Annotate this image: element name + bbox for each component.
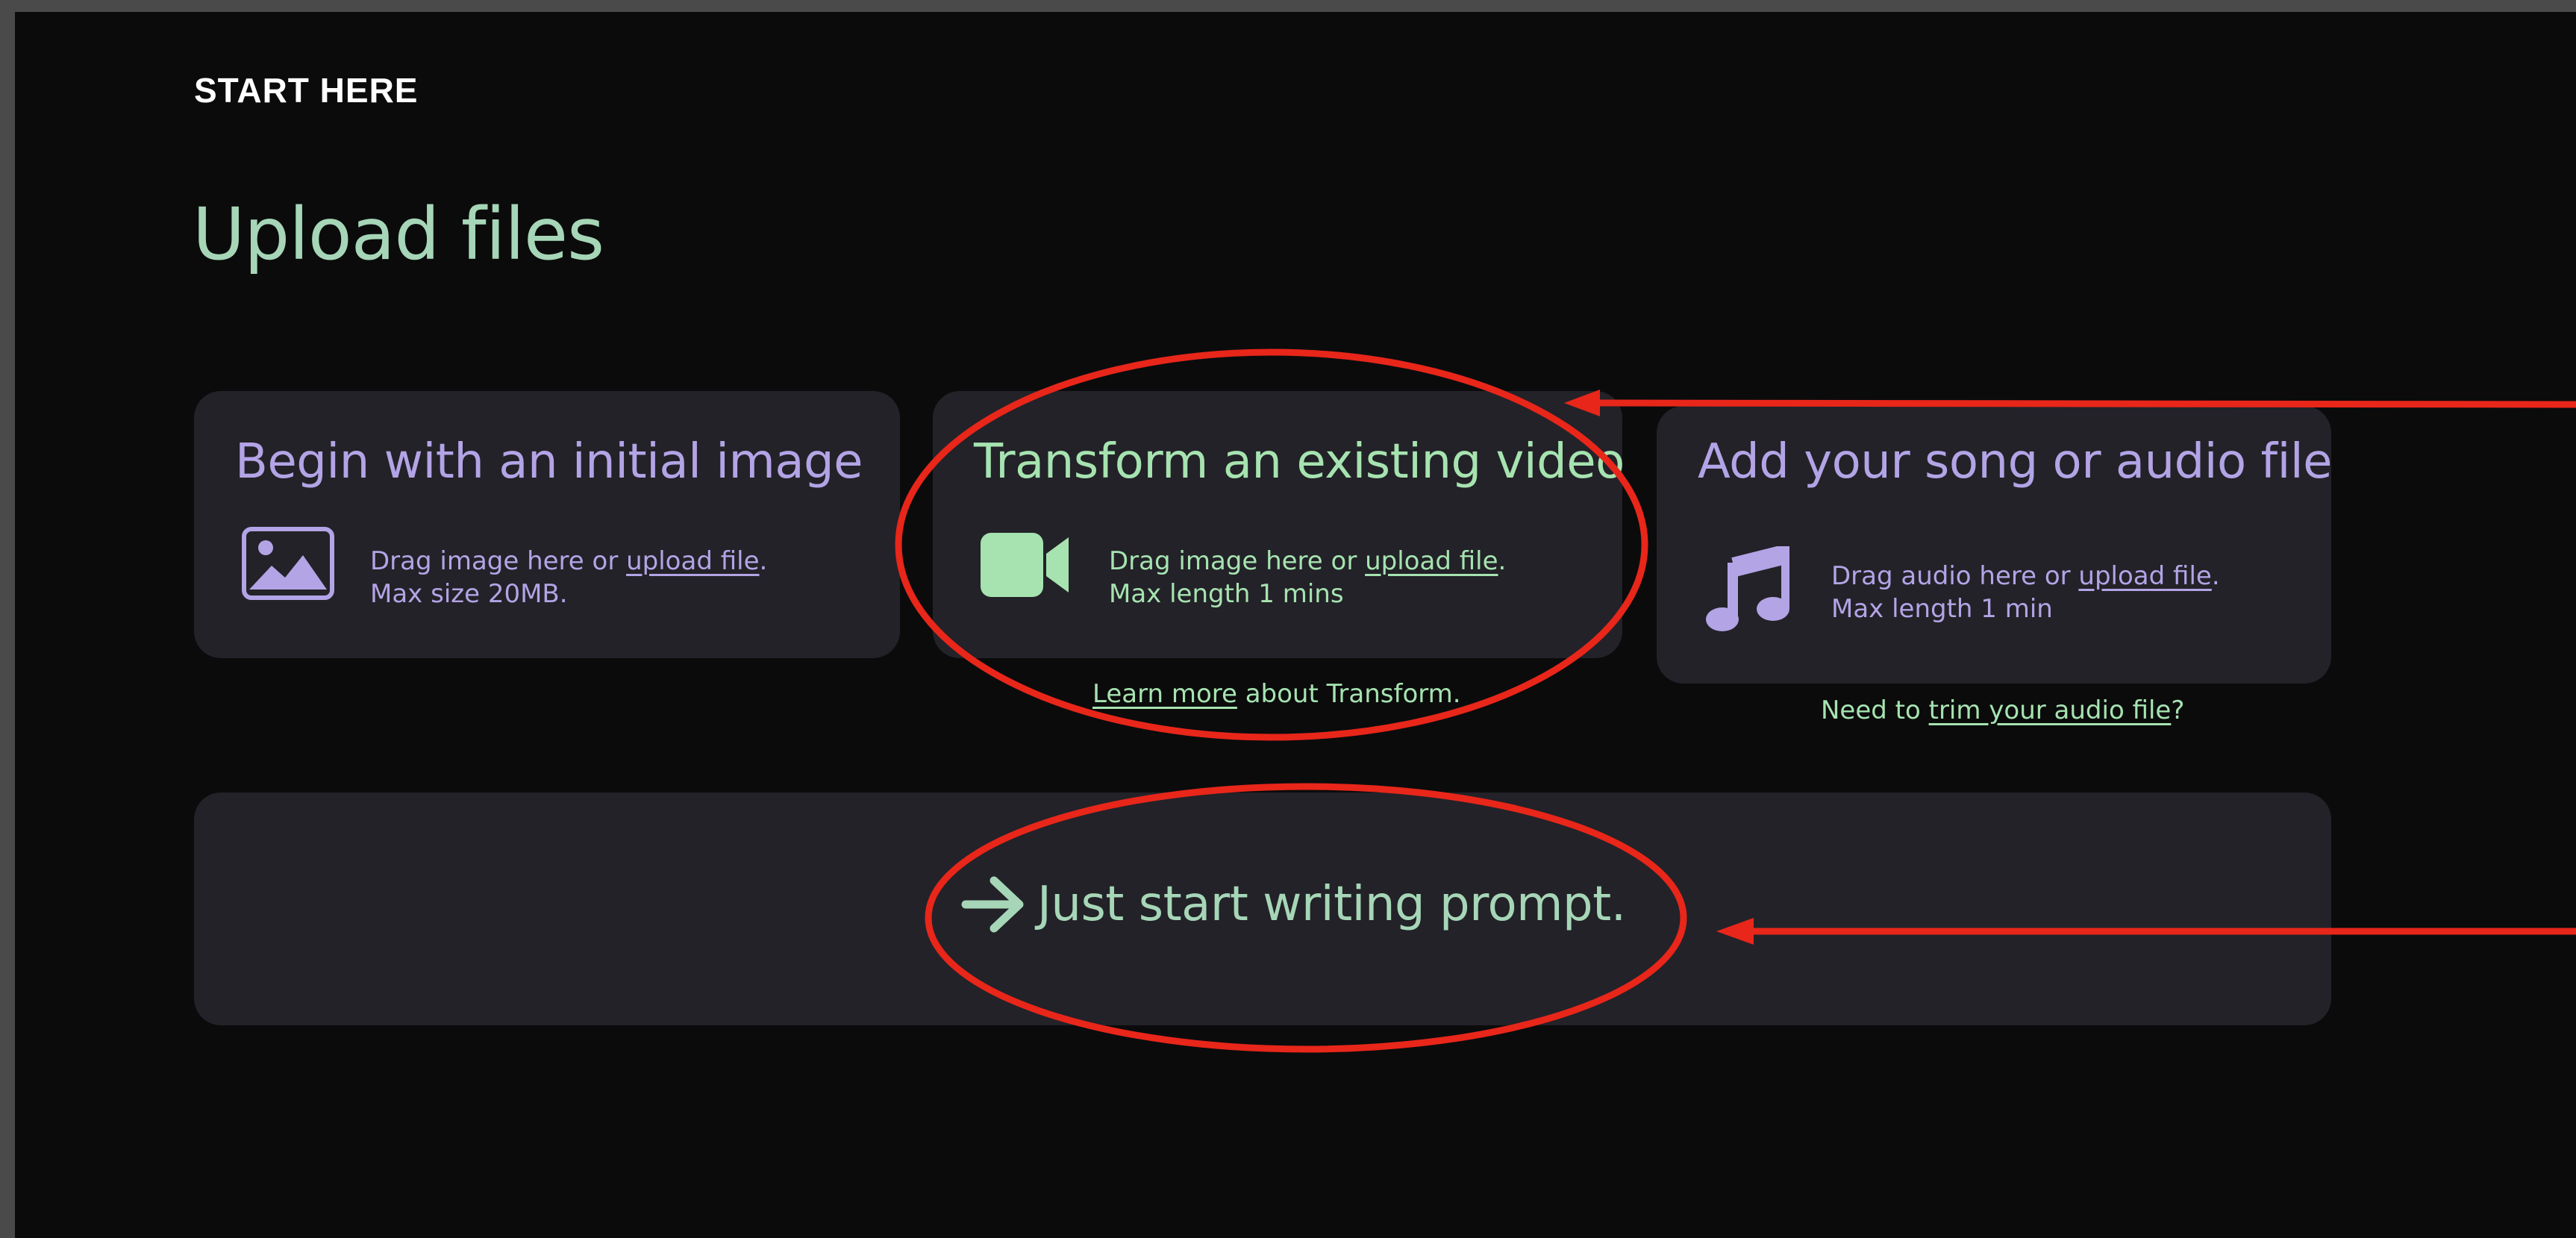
upload-file-link[interactable]: upload file [626, 546, 759, 576]
eyebrow-label: START HERE [194, 71, 419, 110]
transform-learn-more-note: Learn more about Transform. [1092, 679, 1461, 709]
instruction-text: Drag image here or [1109, 546, 1366, 576]
instruction-text: Drag image here or [370, 546, 627, 576]
length-limit-text: Max length 1 min [1831, 594, 2053, 624]
learn-more-link[interactable]: Learn more [1092, 679, 1237, 709]
initial-image-card[interactable]: Begin with an initial image Drag image h… [194, 391, 900, 658]
arrow-right-icon [961, 876, 1024, 933]
length-limit-text: Max length 1 mins [1109, 579, 1344, 609]
image-icon [242, 527, 334, 600]
page-title: Upload files [193, 193, 604, 276]
upload-instructions: Drag image here or upload file. Max size… [370, 545, 767, 610]
card-title: Begin with an initial image [235, 434, 863, 490]
instruction-suffix: . [1498, 546, 1507, 576]
card-title: Transform an existing video [974, 434, 1625, 490]
music-note-icon [1706, 546, 1789, 631]
upload-instructions: Drag audio here or upload file. Max leng… [1831, 560, 2220, 625]
note-text: Need to [1821, 695, 1929, 725]
trim-audio-note: Need to trim your audio file? [1821, 695, 2184, 725]
trim-audio-link[interactable]: trim your audio file [1929, 695, 2172, 725]
upload-file-link[interactable]: upload file [1365, 546, 1498, 576]
size-limit-text: Max size 20MB. [370, 579, 568, 609]
upload-file-link[interactable]: upload file [2078, 561, 2211, 591]
card-title: Add your song or audio file [1698, 434, 2333, 490]
transform-video-card[interactable]: Transform an existing video Drag image h… [933, 391, 1625, 658]
upload-instructions: Drag image here or upload file. Max leng… [1109, 545, 1506, 610]
note-suffix: ? [2171, 695, 2185, 725]
video-camera-icon [981, 533, 1069, 597]
prompt-label: Just start writing prompt. [1037, 877, 1626, 932]
note-text: about Transform. [1237, 679, 1461, 709]
prompt-label-row: Just start writing prompt. [961, 875, 1626, 934]
prompt-start-box[interactable]: Just start writing prompt. [194, 792, 2331, 1025]
instruction-text: Drag audio here or [1831, 561, 2079, 591]
instruction-suffix: . [2211, 561, 2220, 591]
audio-file-card[interactable]: Add your song or audio file Drag audio h… [1657, 406, 2333, 684]
instruction-suffix: . [759, 546, 768, 576]
